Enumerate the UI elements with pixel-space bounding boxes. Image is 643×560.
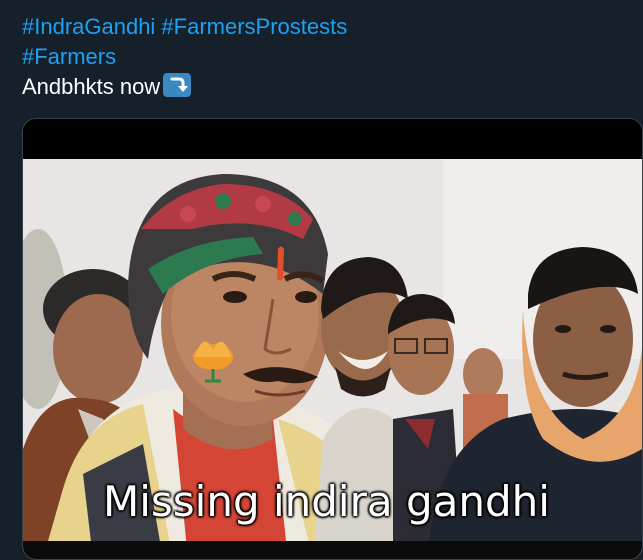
tweet-text: #IndraGandhi #FarmersProstests #Farmers …	[22, 12, 622, 102]
media-image[interactable]: Missing indira gandhi	[22, 118, 643, 560]
hashtag-farmers[interactable]: #Farmers	[22, 44, 116, 69]
tweet-body-text: Andbhkts now	[22, 74, 161, 99]
hashtag-line-2: #Farmers	[22, 42, 622, 72]
arrow-curving-down-icon	[163, 73, 192, 97]
meme-caption: Missing indira gandhi	[103, 477, 550, 526]
hashtag-line-1: #IndraGandhi #FarmersProstests	[22, 12, 622, 42]
tweet-body: Andbhkts now	[22, 72, 622, 102]
hashtags-1[interactable]: #IndraGandhi #FarmersProstests	[22, 14, 347, 39]
